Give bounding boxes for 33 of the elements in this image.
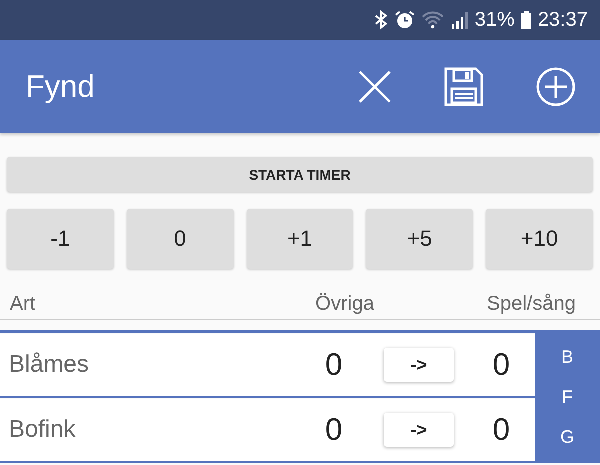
clock-time: 23:37 — [538, 8, 588, 32]
column-header: Övriga — [316, 292, 374, 316]
move-button[interactable]: -> — [384, 413, 454, 447]
increment-button[interactable]: 0 — [126, 209, 234, 269]
battery-percentage: 31% — [474, 8, 515, 32]
move-button[interactable]: -> — [384, 348, 454, 382]
species-name: Bofink — [9, 416, 77, 444]
app-title: Fynd — [26, 68, 96, 104]
song-count: 0 — [492, 412, 512, 448]
close-icon[interactable] — [358, 70, 392, 104]
increment-button[interactable]: +5 — [366, 209, 474, 269]
save-icon[interactable] — [444, 66, 484, 106]
index-letter[interactable]: B — [561, 343, 574, 371]
increment-button[interactable]: +1 — [246, 209, 354, 269]
other-count: 0 — [324, 347, 344, 383]
species-row[interactable]: Bofink 0 -> 0 — [0, 399, 535, 463]
wifi-icon — [420, 11, 445, 29]
other-count: 0 — [324, 412, 344, 448]
species-name: Blåmes — [9, 351, 90, 379]
column-header: Art — [10, 292, 37, 316]
start-timer-button[interactable]: STARTA TIMER — [7, 157, 593, 192]
song-count: 0 — [492, 347, 512, 383]
column-header: Spel/sång — [487, 292, 576, 316]
index-letter[interactable]: F — [562, 383, 573, 411]
increment-button[interactable]: -1 — [7, 209, 114, 269]
increment-button[interactable]: +10 — [486, 209, 593, 269]
battery-icon — [520, 10, 532, 30]
signal-icon — [450, 11, 469, 29]
species-row[interactable]: Blåmes 0 -> 0 — [0, 334, 535, 398]
add-circle-icon[interactable] — [536, 66, 576, 106]
index-letter[interactable]: G — [560, 423, 574, 451]
alarm-icon — [394, 10, 415, 30]
bluetooth-icon — [372, 10, 389, 30]
